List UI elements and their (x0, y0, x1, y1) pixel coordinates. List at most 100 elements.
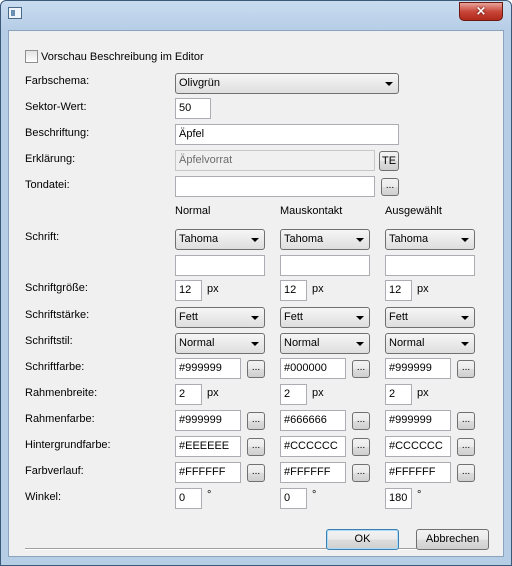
hover-background-button[interactable]: ... (352, 438, 370, 456)
column-header-selected: Ausgewählt (385, 205, 442, 217)
caption-input[interactable]: Äpfel (175, 124, 399, 145)
angle-label: Winkel: (25, 491, 62, 503)
normal-font-extra-input[interactable] (175, 255, 265, 276)
cancel-button[interactable]: Abbrechen (416, 529, 489, 550)
editor-preview-checkbox[interactable] (25, 50, 38, 63)
hover-font-style-select[interactable]: Normal (280, 333, 370, 354)
hover-font-weight-value: Fett (284, 311, 303, 323)
hover-font-size-unit: px (312, 283, 324, 295)
color-scheme-select[interactable]: Olivgrün (175, 73, 399, 94)
dialog-window: × Vorschau Beschreibung im Editor Farbsc… (0, 0, 512, 566)
normal-angle-input[interactable]: 0 (175, 488, 202, 509)
chevron-down-icon (385, 82, 393, 86)
hover-border-width-unit: px (312, 387, 324, 399)
hover-angle-input[interactable]: 0 (280, 488, 307, 509)
selected-font-weight-value: Fett (389, 311, 408, 323)
normal-angle-unit: ° (207, 489, 212, 501)
selected-border-color-button[interactable]: ... (457, 412, 475, 430)
selected-background-button[interactable]: ... (457, 438, 475, 456)
border-width-label: Rahmenbreite: (25, 387, 98, 399)
normal-font-style-select[interactable]: Normal (175, 333, 265, 354)
gradient-label: Farbverlauf: (25, 465, 84, 477)
normal-background-button[interactable]: ... (247, 438, 265, 456)
sound-file-input[interactable] (175, 176, 375, 197)
border-color-label: Rahmenfarbe: (25, 413, 95, 425)
normal-font-color-input[interactable]: #999999 (175, 358, 241, 379)
hover-angle-unit: ° (312, 489, 317, 501)
background-color-label: Hintergrundfarbe: (25, 439, 111, 451)
hover-font-size-input[interactable]: 12 (280, 280, 307, 301)
hover-gradient-input[interactable]: #FFFFFF (280, 462, 346, 483)
editor-preview-label: Vorschau Beschreibung im Editor (41, 51, 204, 63)
normal-font-weight-select[interactable]: Fett (175, 307, 265, 328)
chevron-down-icon (461, 342, 469, 346)
hover-border-width-input[interactable]: 2 (280, 384, 307, 405)
sector-value-input[interactable]: 50 (175, 98, 211, 119)
hover-font-extra-input[interactable] (280, 255, 370, 276)
hover-font-color-input[interactable]: #000000 (280, 358, 346, 379)
normal-border-color-input[interactable]: #999999 (175, 410, 241, 431)
chevron-down-icon (461, 238, 469, 242)
selected-border-width-unit: px (417, 387, 429, 399)
sector-value-label: Sektor-Wert: (25, 101, 87, 113)
explanation-input: Äpfelvorrat (175, 150, 375, 171)
explanation-label: Erklärung: (25, 153, 76, 165)
selected-font-size-unit: px (417, 283, 429, 295)
selected-border-width-input[interactable]: 2 (385, 384, 412, 405)
chevron-down-icon (356, 342, 364, 346)
selected-gradient-button[interactable]: ... (457, 464, 475, 482)
normal-border-width-input[interactable]: 2 (175, 384, 202, 405)
close-icon: × (475, 4, 487, 19)
selected-font-select[interactable]: Tahoma (385, 229, 475, 250)
normal-border-width-unit: px (207, 387, 219, 399)
hover-font-style-value: Normal (284, 337, 320, 349)
ok-button[interactable]: OK (326, 529, 399, 550)
color-scheme-label: Farbschema: (25, 75, 90, 87)
hover-font-select[interactable]: Tahoma (280, 229, 370, 250)
selected-background-input[interactable]: #CCCCCC (385, 436, 451, 457)
hover-border-color-button[interactable]: ... (352, 412, 370, 430)
selected-font-size-input[interactable]: 12 (385, 280, 412, 301)
selected-font-weight-select[interactable]: Fett (385, 307, 475, 328)
hover-border-color-input[interactable]: #666666 (280, 410, 346, 431)
chevron-down-icon (356, 238, 364, 242)
font-size-label: Schriftgröße: (25, 282, 88, 294)
font-weight-label: Schriftstärke: (25, 309, 90, 321)
hover-background-input[interactable]: #CCCCCC (280, 436, 346, 457)
normal-font-style-value: Normal (179, 337, 215, 349)
close-button[interactable]: × (459, 2, 503, 21)
color-scheme-value: Olivgrün (179, 77, 220, 89)
selected-angle-input[interactable]: 180 (385, 488, 412, 509)
selected-font-extra-input[interactable] (385, 255, 475, 276)
hover-font-weight-select[interactable]: Fett (280, 307, 370, 328)
selected-gradient-input[interactable]: #FFFFFF (385, 462, 451, 483)
selected-font-style-select[interactable]: Normal (385, 333, 475, 354)
normal-gradient-button[interactable]: ... (247, 464, 265, 482)
normal-gradient-input[interactable]: #FFFFFF (175, 462, 241, 483)
hover-gradient-button[interactable]: ... (352, 464, 370, 482)
selected-font-color-button[interactable]: ... (457, 360, 475, 378)
selected-font-value: Tahoma (389, 233, 429, 245)
chevron-down-icon (356, 316, 364, 320)
font-color-label: Schriftfarbe: (25, 361, 85, 373)
title-bar[interactable]: × (1, 1, 511, 29)
normal-font-size-unit: px (207, 283, 219, 295)
chevron-down-icon (461, 316, 469, 320)
selected-font-color-input[interactable]: #999999 (385, 358, 451, 379)
normal-border-color-button[interactable]: ... (247, 412, 265, 430)
normal-font-size-input[interactable]: 12 (175, 280, 202, 301)
chevron-down-icon (251, 316, 259, 320)
normal-font-select[interactable]: Tahoma (175, 229, 265, 250)
hover-font-value: Tahoma (284, 233, 324, 245)
hover-font-color-button[interactable]: ... (352, 360, 370, 378)
normal-background-input[interactable]: #EEEEEE (175, 436, 241, 457)
app-icon (8, 7, 22, 19)
chevron-down-icon (251, 238, 259, 242)
sound-file-label: Tondatei: (25, 179, 70, 191)
font-label: Schrift: (25, 231, 60, 243)
selected-border-color-input[interactable]: #999999 (385, 410, 451, 431)
chevron-down-icon (251, 342, 259, 346)
normal-font-color-button[interactable]: ... (247, 360, 265, 378)
text-editor-button[interactable]: TE (379, 151, 399, 171)
sound-file-browse-button[interactable]: ... (381, 178, 399, 196)
